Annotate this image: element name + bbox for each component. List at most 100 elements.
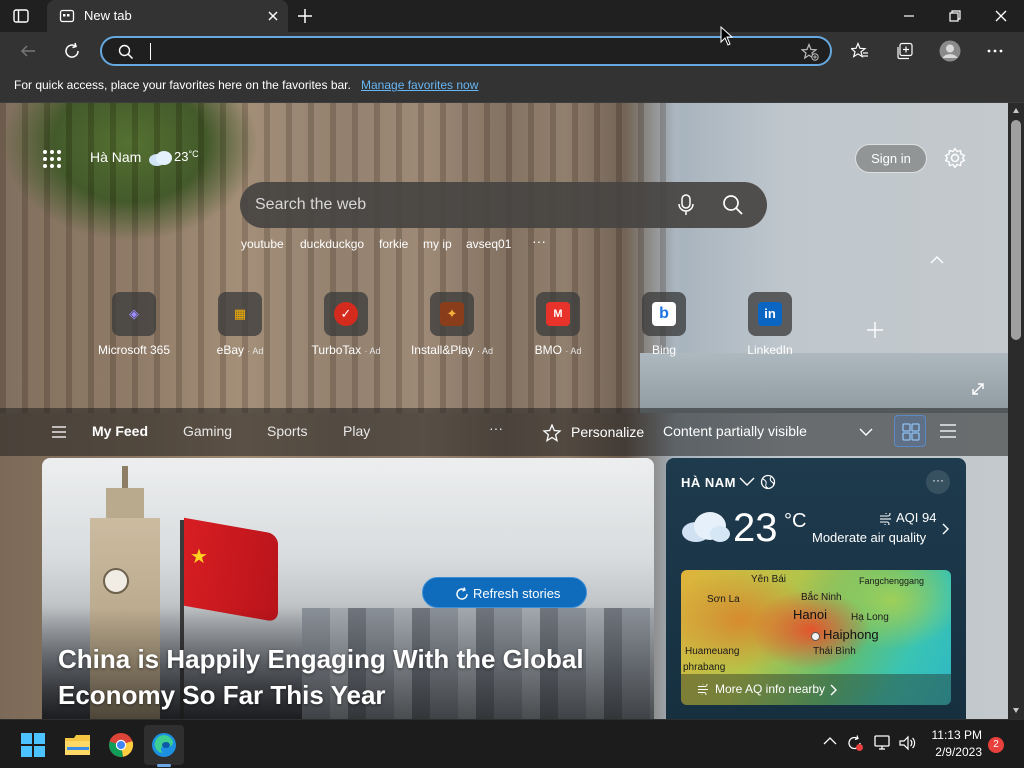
list-view-icon (940, 424, 956, 438)
search-submit-icon[interactable] (722, 194, 744, 216)
more-tabs-button[interactable]: ··· (489, 420, 503, 436)
tab-my-feed[interactable]: My Feed (92, 423, 148, 439)
tab-sports[interactable]: Sports (267, 423, 307, 439)
aqi-description[interactable]: Moderate air quality (812, 530, 926, 545)
refresh-stories-label: Refresh stories (473, 586, 561, 601)
search-suggestion[interactable]: forkie (379, 237, 408, 251)
quick-link-name: LinkedIn (747, 343, 793, 357)
clock-date[interactable]: 2/9/2023 (924, 745, 982, 759)
quick-link[interactable]: in LinkedIn (720, 292, 820, 362)
refresh-stories-button[interactable]: Refresh stories (422, 577, 587, 608)
quick-link-label: Install&Play · Ad (402, 343, 502, 357)
tab-actions-button[interactable] (12, 7, 30, 25)
page-scrollbar[interactable] (1008, 103, 1024, 719)
story-headline[interactable]: China is Happily Engaging With the Globa… (58, 641, 638, 713)
search-suggestion[interactable]: youtube (241, 237, 284, 251)
manage-favorites-link[interactable]: Manage favorites now (361, 78, 478, 92)
volume-icon[interactable] (898, 734, 916, 752)
quick-link-name: Microsoft 365 (97, 343, 171, 357)
network-icon[interactable] (873, 734, 891, 752)
quick-link-label: Bing (614, 343, 714, 357)
microphone-icon[interactable] (676, 194, 696, 216)
air-quality-map[interactable]: Yên Bái Fangchenggang Sơn La Bắc Ninh Ha… (681, 570, 951, 705)
profile-button[interactable] (936, 37, 964, 65)
restore-button[interactable] (932, 0, 978, 32)
quick-link-name: eBay (216, 343, 244, 357)
list-view-button[interactable] (932, 415, 964, 447)
back-button[interactable] (14, 37, 42, 65)
add-favorite-icon[interactable] (801, 43, 819, 61)
add-quick-link-icon[interactable] (866, 321, 884, 339)
microsoft-365-icon: ◈ (129, 306, 139, 321)
scroll-down-icon[interactable] (1012, 706, 1020, 714)
chevron-up-icon[interactable] (928, 253, 946, 267)
chevron-right-icon[interactable] (942, 523, 950, 535)
map-label: Haiphong (823, 627, 879, 642)
feed-navigation: My Feed Gaming Sports Play ··· Personali… (0, 408, 1008, 456)
quick-link-name: Bing (651, 343, 677, 357)
new-tab-button[interactable] (294, 5, 316, 27)
app-launcher-icon[interactable] (42, 149, 62, 169)
quick-link[interactable]: ▦ eBay · Ad (190, 292, 290, 362)
minimize-button[interactable] (886, 0, 932, 32)
sign-in-button[interactable]: Sign in (855, 144, 927, 173)
scrollbar-thumb[interactable] (1011, 120, 1021, 340)
more-aq-info-link[interactable]: More AQ info nearby (681, 674, 951, 705)
collections-button[interactable] (891, 37, 919, 65)
page-settings-icon[interactable] (944, 147, 966, 169)
map-label: Hanoi (793, 607, 827, 622)
more-suggestions-button[interactable]: ··· (532, 233, 546, 249)
file-explorer-icon[interactable] (64, 732, 90, 758)
quick-link[interactable]: b Bing (614, 292, 714, 362)
aqi-value[interactable]: AQI 94 (896, 510, 936, 525)
map-label: Huameuang (685, 646, 740, 657)
chevron-down-icon[interactable] (739, 477, 755, 487)
quick-link-tile: ✦ (430, 292, 474, 336)
quick-link[interactable]: M BMO · Ad (508, 292, 608, 362)
clock-time[interactable]: 11:13 PM (930, 728, 982, 742)
notification-badge[interactable]: 2 (988, 737, 1004, 753)
weather-more-button[interactable]: ··· (926, 470, 950, 494)
ad-badge: · Ad (364, 346, 381, 356)
chevron-down-icon[interactable] (859, 428, 873, 437)
tab-gaming[interactable]: Gaming (183, 423, 232, 439)
show-hidden-icons-icon[interactable] (823, 736, 837, 746)
scroll-up-icon[interactable] (1012, 107, 1020, 115)
quick-link-tile: ▦ (218, 292, 262, 336)
address-input[interactable] (152, 42, 772, 60)
search-suggestion[interactable]: my ip (423, 237, 452, 251)
settings-and-more-button[interactable] (981, 37, 1009, 65)
search-suggestion[interactable]: avseq01 (466, 237, 511, 251)
hamburger-menu-icon[interactable] (51, 426, 67, 438)
location-globe-icon[interactable] (760, 474, 776, 490)
expand-icon[interactable] (970, 381, 986, 397)
refresh-button[interactable] (58, 37, 86, 65)
windows-start-icon[interactable] (20, 732, 46, 758)
map-label: Sơn La (707, 594, 740, 605)
favorites-button[interactable] (846, 37, 874, 65)
tab-actions-icon (13, 9, 29, 23)
weather-temperature[interactable]: 23°C (174, 149, 199, 164)
quick-link[interactable]: ✦ Install&Play · Ad (402, 292, 502, 362)
weather-card-city[interactable]: HÀ NAM (681, 475, 736, 490)
personalize-button[interactable]: Personalize (533, 414, 649, 450)
quick-link-name: TurboTax (311, 343, 362, 357)
weather-location[interactable]: Hà Nam (90, 149, 141, 165)
quick-link[interactable]: ◈ Microsoft 365 (84, 292, 184, 362)
grid-view-button[interactable] (894, 415, 926, 447)
top-story-card[interactable]: ★ Refresh stories China is Happily Engag… (42, 458, 654, 719)
content-visibility-dropdown[interactable]: Content partially visible (663, 423, 807, 439)
tab-new-tab[interactable]: New tab (47, 0, 288, 32)
sync-status-icon[interactable] (846, 734, 864, 752)
tab-play[interactable]: Play (343, 423, 370, 439)
cloudy-weather-icon (149, 151, 172, 166)
quick-link[interactable]: ✓ TurboTax · Ad (296, 292, 396, 362)
quick-link-label: BMO · Ad (508, 343, 608, 357)
chrome-icon[interactable] (108, 732, 134, 758)
close-tab-icon[interactable] (265, 8, 281, 24)
close-window-button[interactable] (978, 0, 1024, 32)
search-suggestion[interactable]: duckduckgo (300, 237, 364, 251)
weather-card: HÀ NAM ··· 23 °C AQI 94 Moderate air qua… (666, 458, 966, 719)
web-search-box[interactable]: Search the web (240, 182, 767, 228)
install-and-play-icon: ✦ (440, 302, 464, 326)
